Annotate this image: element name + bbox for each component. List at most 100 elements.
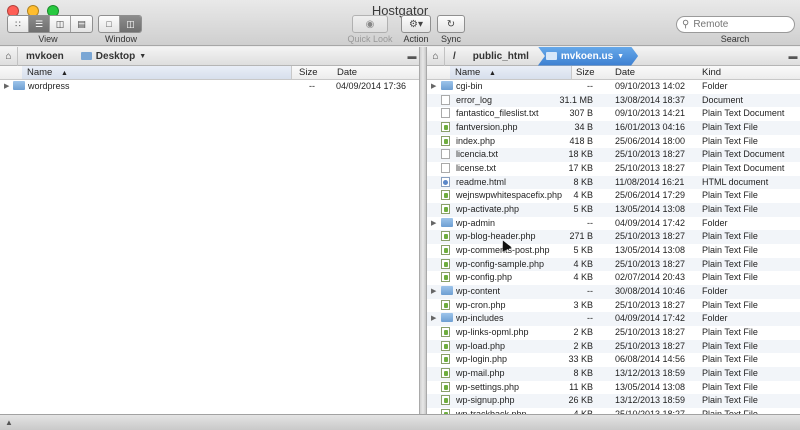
file-date: 25/10/2013 18:27 xyxy=(615,258,686,269)
php-file-icon xyxy=(441,395,450,406)
dual-pane-icon[interactable]: ◫ xyxy=(120,16,141,32)
table-row[interactable]: fantastico_fileslist.txt 307 B 09/10/2013 … xyxy=(427,107,800,121)
sync-label: Sync xyxy=(440,34,461,44)
triangle-up-icon[interactable]: ▲ xyxy=(5,418,13,427)
left-crumb-user[interactable]: mvkoen xyxy=(18,47,78,66)
left-column-header: Name ▲ Size Date xyxy=(0,66,419,80)
table-row[interactable]: ▶ wp-content -- 30/08/2014 10:46 Folder xyxy=(427,285,800,299)
table-row[interactable]: wp-links-opml.php 2 KB 25/10/2013 18:27 Pla… xyxy=(427,326,800,340)
left-pane-options-icon[interactable]: ▬ xyxy=(405,47,419,66)
disclosure-triangle-icon[interactable]: ▶ xyxy=(431,219,436,227)
file-size: -- xyxy=(587,217,593,228)
right-crumb-mvkoen-us[interactable]: mvkoen.us ▼ xyxy=(538,47,638,66)
quick-look-button[interactable]: ◉ xyxy=(352,15,388,33)
table-row[interactable]: wp-activate.php 5 KB 13/05/2014 13:08 Plain… xyxy=(427,203,800,217)
php-file-icon xyxy=(441,272,450,283)
chevron-down-icon: ▼ xyxy=(617,52,625,60)
table-row[interactable]: ▶ cgi-bin -- 09/10/2013 14:02 Folder xyxy=(427,80,800,94)
search-icon: ⚲ xyxy=(682,19,690,30)
sort-ascending-icon: ▲ xyxy=(60,70,68,77)
table-row[interactable]: wp-comments-post.php 5 KB 13/05/2014 13:08… xyxy=(427,244,800,258)
file-size: -- xyxy=(587,313,593,324)
window-label: Window xyxy=(104,34,137,44)
php-file-icon xyxy=(441,231,450,242)
file-name: wp-mail.php xyxy=(456,368,505,379)
icon-view-icon[interactable]: ∷ xyxy=(8,16,29,32)
search-field: ⚲ xyxy=(676,16,795,33)
file-kind: Folder xyxy=(702,81,728,91)
right-home-icon[interactable]: ⌂ xyxy=(427,46,445,66)
view-label: View xyxy=(38,34,58,44)
table-row[interactable]: wp-blog-header.php 271 B 25/10/2013 18:27 P… xyxy=(427,230,800,245)
table-row[interactable]: ▶ wp-includes -- 04/09/2014 17:42 Folder xyxy=(427,312,800,327)
right-name-column-header[interactable]: Name ▲ xyxy=(450,66,572,79)
sync-button[interactable]: ↻ xyxy=(437,15,465,33)
list-view-icon[interactable]: ☰ xyxy=(29,16,50,32)
file-kind: Folder xyxy=(702,286,728,297)
table-row[interactable]: wp-load.php 2 KB 25/10/2013 18:27 Plain Tex… xyxy=(427,339,800,354)
file-date: 13/05/2014 13:08 xyxy=(615,381,686,392)
right-crumb-public-html[interactable]: public_html xyxy=(465,47,543,66)
table-row[interactable]: fantversion.php 34 B 16/01/2013 04:16 Plain… xyxy=(427,121,800,135)
file-date: 25/10/2013 18:27 xyxy=(615,299,686,310)
php-file-icon xyxy=(441,327,450,338)
right-crumb-root[interactable]: / xyxy=(445,47,470,66)
left-name-column-header[interactable]: Name ▲ xyxy=(22,66,292,79)
table-row[interactable]: wp-cron.php 3 KB 25/10/2013 18:27 Plain Tex… xyxy=(427,299,800,313)
left-crumb-desktop[interactable]: Desktop ▼ xyxy=(73,47,160,66)
file-name: license.txt xyxy=(456,163,497,174)
file-date: 04/09/2014 17:42 xyxy=(615,217,686,228)
table-row[interactable]: wp-signup.php 26 KB 13/12/2013 18:59 Plain … xyxy=(427,394,800,409)
left-size-column-header[interactable]: Size xyxy=(299,67,317,78)
file-date: 25/06/2014 18:00 xyxy=(615,135,686,146)
file-size: -- xyxy=(587,81,593,91)
table-row[interactable]: wp-mail.php 8 KB 13/12/2013 18:59 Plain Tex… xyxy=(427,367,800,381)
php-file-icon xyxy=(441,245,450,256)
folder-icon xyxy=(441,217,453,227)
coverflow-view-icon[interactable]: ▤ xyxy=(71,16,92,32)
file-kind: Plain Text File xyxy=(702,204,758,215)
disclosure-triangle-icon[interactable]: ▶ xyxy=(431,287,436,295)
file-name: wp-config.php xyxy=(456,272,513,283)
file-name: wp-activate.php xyxy=(456,204,520,215)
document-icon xyxy=(441,94,450,105)
column-view-icon[interactable]: ◫ xyxy=(50,16,71,32)
pane-divider[interactable] xyxy=(419,47,427,414)
disclosure-triangle-icon[interactable]: ▶ xyxy=(431,314,436,322)
right-kind-column-header[interactable]: Kind xyxy=(702,67,721,78)
action-button[interactable]: ⚙▾ xyxy=(401,15,431,33)
file-name: wp-links-opml.php xyxy=(456,327,529,338)
toolbar: Hostgator ∷ ☰ ◫ ▤ View □ ◫ Window ◉ Quic… xyxy=(0,0,800,46)
table-row[interactable]: license.txt 17 KB 25/10/2013 18:27 Plain Te… xyxy=(427,162,800,176)
file-size: 5 KB xyxy=(573,204,593,215)
table-row[interactable]: index.php 418 B 25/06/2014 18:00 Plain Text… xyxy=(427,135,800,149)
file-size: 31.1 MB xyxy=(559,94,593,105)
file-kind: Folder xyxy=(702,313,728,324)
table-row[interactable]: ▶ wp-admin -- 04/09/2014 17:42 Folder xyxy=(427,217,800,231)
search-input[interactable] xyxy=(693,19,789,30)
table-row[interactable]: wp-config.php 4 KB 02/07/2014 20:43 Plain T… xyxy=(427,271,800,285)
file-name: wp-config-sample.php xyxy=(456,258,545,269)
right-size-column-header[interactable]: Size xyxy=(576,67,594,78)
file-size: 3 KB xyxy=(573,299,593,310)
table-row[interactable]: error_log 31.1 MB 13/08/2014 18:37 Document xyxy=(427,93,800,108)
disclosure-triangle-icon[interactable]: ▶ xyxy=(431,82,436,90)
file-name: wordpress xyxy=(28,81,70,91)
table-row[interactable]: wp-settings.php 11 KB 13/05/2014 13:08 Plai… xyxy=(427,381,800,395)
file-date: 13/05/2014 13:08 xyxy=(615,204,686,215)
table-row[interactable]: ▶ wordpress -- 04/09/2014 17:36 xyxy=(0,80,419,94)
table-row[interactable]: wp-login.php 33 KB 06/08/2014 14:56 Plain T… xyxy=(427,353,800,367)
table-row[interactable]: wp-config-sample.php 4 KB 25/10/2013 18:27… xyxy=(427,257,800,272)
table-row[interactable]: wejnswpwhitespacefix.php 4 KB 25/06/2014 1… xyxy=(427,189,800,203)
file-name: fantversion.php xyxy=(456,122,518,133)
left-date-column-header[interactable]: Date xyxy=(337,67,357,78)
left-home-icon[interactable]: ⌂ xyxy=(0,46,18,66)
single-pane-icon[interactable]: □ xyxy=(99,16,120,32)
file-date: 25/10/2013 18:27 xyxy=(615,340,686,351)
disclosure-triangle-icon[interactable]: ▶ xyxy=(4,82,9,90)
table-row[interactable]: readme.html 8 KB 11/08/2014 16:21 HTML docu… xyxy=(427,175,800,190)
table-row[interactable]: licencia.txt 18 KB 25/10/2013 18:27 Plain T… xyxy=(427,148,800,163)
right-pane-options-icon[interactable]: ▬ xyxy=(786,47,800,66)
right-date-column-header[interactable]: Date xyxy=(615,67,635,78)
php-file-icon xyxy=(441,135,450,146)
